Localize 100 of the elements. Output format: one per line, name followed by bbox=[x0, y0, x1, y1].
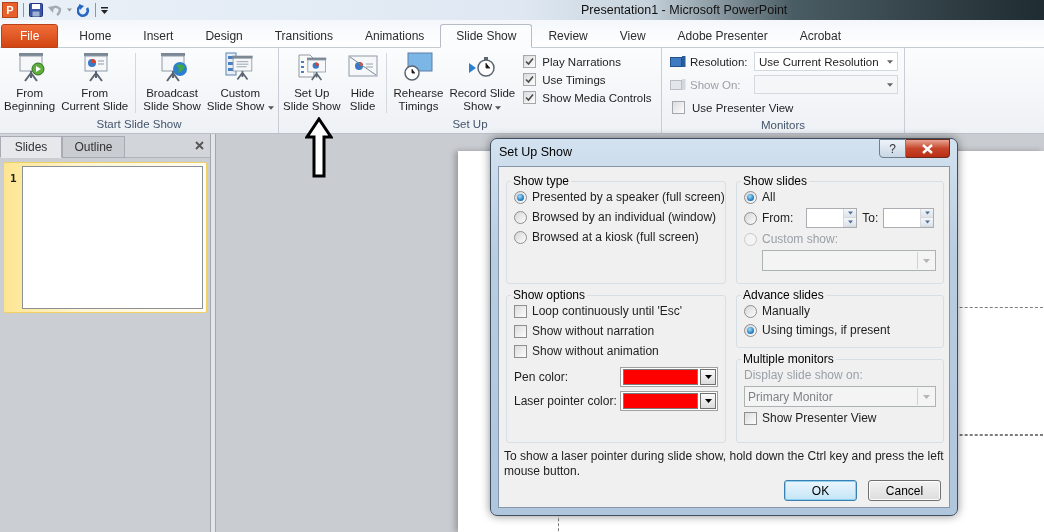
screen-checklist-icon bbox=[295, 51, 328, 83]
ribbon-tab[interactable]: Adobe Presenter bbox=[661, 24, 784, 48]
ribbon-button[interactable]: From Current Slide bbox=[59, 51, 131, 117]
checkbox[interactable] bbox=[523, 73, 537, 86]
pane-tab[interactable]: Outline bbox=[62, 136, 125, 158]
number-field[interactable] bbox=[883, 208, 935, 228]
caret-icon bbox=[922, 394, 930, 399]
checkbox-label: Use Timings bbox=[542, 73, 606, 86]
group-title: Show slides bbox=[742, 174, 809, 188]
annotation-arrow bbox=[305, 117, 333, 179]
caret-icon bbox=[887, 82, 893, 87]
checkbox[interactable] bbox=[672, 101, 685, 114]
group-label: Monitors bbox=[759, 118, 807, 133]
group-title: Multiple monitors bbox=[742, 352, 835, 366]
checkbox-label: Show without animation bbox=[532, 344, 659, 358]
radio-button[interactable] bbox=[514, 230, 527, 244]
radio-label: Browsed at a kiosk (full screen) bbox=[532, 230, 699, 244]
setting-label: Show On: bbox=[690, 78, 741, 91]
ribbon-tab[interactable]: View bbox=[603, 24, 662, 48]
radio-label: All bbox=[762, 190, 776, 204]
ribbon-tab[interactable]: Transitions bbox=[258, 24, 349, 48]
group-title: Show options bbox=[512, 288, 587, 302]
group-title: Advance slides bbox=[742, 288, 825, 302]
slide-thumbnail[interactable]: 1 bbox=[3, 162, 207, 313]
ribbon-button[interactable]: Custom Slide Show bbox=[204, 51, 276, 117]
close-icon bbox=[195, 141, 204, 150]
spin-up-icon[interactable] bbox=[921, 209, 934, 218]
pane-tab[interactable]: Slides bbox=[0, 136, 62, 158]
radio-label: Browsed by an individual (window) bbox=[532, 210, 717, 224]
radio-label: From: bbox=[762, 211, 794, 225]
dialog-button[interactable]: OK bbox=[784, 480, 857, 501]
radio-button[interactable] bbox=[744, 304, 757, 318]
slide-number: 1 bbox=[10, 171, 17, 187]
ribbon-tab[interactable]: Review bbox=[532, 24, 604, 48]
dialog-button[interactable]: Cancel bbox=[868, 480, 941, 501]
ribbon-button[interactable]: Rehearse Timings bbox=[391, 51, 446, 117]
color-label: Pen color: bbox=[514, 370, 569, 384]
close-button[interactable] bbox=[193, 139, 206, 152]
dropdown[interactable]: Use Current Resolution bbox=[754, 52, 898, 71]
radio-label: Presented by a speaker (full screen) bbox=[532, 190, 725, 204]
undo-icon[interactable] bbox=[48, 4, 62, 16]
close-icon bbox=[922, 143, 933, 154]
checkbox-label: Show without narration bbox=[532, 324, 655, 338]
checkbox[interactable] bbox=[514, 304, 527, 318]
caret-icon bbox=[704, 375, 712, 379]
checkbox-label: Loop continuously until 'Esc' bbox=[532, 304, 682, 318]
number-field[interactable] bbox=[806, 208, 858, 228]
checkbox[interactable] bbox=[523, 55, 537, 68]
checkbox[interactable] bbox=[514, 324, 527, 338]
color-picker[interactable] bbox=[620, 391, 718, 411]
caret-icon bbox=[67, 8, 72, 12]
caret-icon bbox=[922, 258, 930, 263]
dropdown[interactable] bbox=[762, 250, 936, 271]
ribbon-tab[interactable]: Insert bbox=[127, 24, 190, 48]
caret-icon bbox=[267, 106, 274, 110]
ribbon-button[interactable]: Hide Slide bbox=[344, 51, 381, 117]
help-button[interactable]: ? bbox=[879, 139, 906, 158]
caret-icon bbox=[887, 59, 893, 64]
customize-menu-icon[interactable] bbox=[101, 6, 108, 14]
hint-text: To show a laser pointer during slide show, hold down the Ctrl key and press the left mouse button. bbox=[504, 449, 944, 479]
screen-stopwatch-icon bbox=[402, 51, 435, 83]
color-picker[interactable] bbox=[620, 367, 718, 387]
ribbon-button[interactable]: Record Slide Show bbox=[447, 51, 518, 117]
ribbon-tab[interactable]: Slide Show bbox=[440, 24, 533, 48]
spin-down-icon[interactable] bbox=[921, 218, 934, 227]
radio-label: Using timings, if present bbox=[762, 323, 891, 337]
checkbox-label: Play Narrations bbox=[542, 55, 621, 68]
setting-label: Resolution: bbox=[690, 55, 748, 68]
save-icon[interactable] bbox=[29, 3, 43, 17]
caret-icon bbox=[704, 399, 712, 403]
ribbon-tab[interactable]: Animations bbox=[349, 24, 441, 48]
checkbox[interactable] bbox=[523, 91, 537, 104]
radio-button[interactable] bbox=[744, 323, 757, 337]
radio-button[interactable] bbox=[514, 210, 527, 224]
dialog-title: Set Up Show bbox=[498, 144, 572, 159]
group-title: Show type bbox=[512, 174, 571, 188]
ribbon-tab[interactable]: Home bbox=[63, 24, 128, 48]
radio-button[interactable] bbox=[744, 190, 757, 204]
checkbox[interactable] bbox=[514, 344, 527, 358]
file-tab[interactable]: File bbox=[1, 24, 59, 48]
window-title: Presentation1 - Microsoft PowerPoint bbox=[581, 3, 788, 17]
redo-icon[interactable] bbox=[77, 3, 90, 17]
ribbon-button[interactable]: Set Up Slide Show bbox=[281, 51, 343, 117]
spin-down-icon[interactable] bbox=[844, 218, 857, 227]
radio-label: Manually bbox=[762, 304, 811, 318]
spin-up-icon[interactable] bbox=[844, 209, 857, 218]
group-label: Set Up bbox=[451, 117, 489, 132]
checkbox-label: Show Media Controls bbox=[542, 91, 652, 104]
radio-label: Custom show: bbox=[762, 232, 839, 246]
group-label: Start Slide Show bbox=[95, 117, 183, 132]
radio-button[interactable] bbox=[514, 190, 527, 204]
ribbon-tab[interactable]: Acrobat bbox=[783, 24, 857, 48]
field-label: To: bbox=[862, 211, 879, 225]
ribbon-tab[interactable]: Design bbox=[189, 24, 259, 48]
color-label: Laser pointer color: bbox=[514, 394, 617, 408]
ribbon-button[interactable]: From Beginning bbox=[2, 51, 58, 117]
radio-button[interactable] bbox=[744, 211, 757, 225]
checkbox-label: Use Presenter View bbox=[692, 101, 794, 114]
close-button[interactable] bbox=[906, 139, 950, 158]
ribbon-button[interactable]: Broadcast Slide Show bbox=[141, 51, 203, 117]
